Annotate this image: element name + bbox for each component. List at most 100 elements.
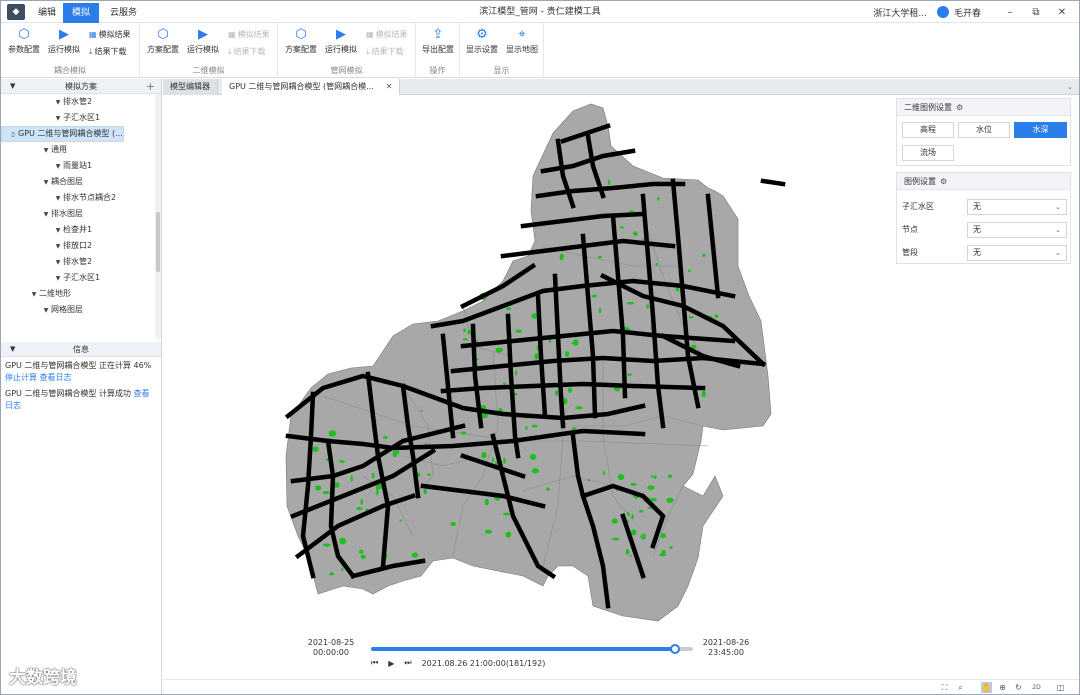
slider-handle[interactable] — [669, 644, 680, 654]
flood-spot — [495, 347, 503, 353]
expand-icon[interactable]: ▼ — [53, 223, 63, 238]
expand-icon[interactable]: ▼ — [53, 95, 63, 110]
expand-icon[interactable]: ▼ — [29, 287, 39, 302]
minimize-button[interactable]: – — [997, 7, 1023, 18]
zoom-select-icon[interactable]: ⌕ — [955, 682, 966, 693]
scrollbar-thumb[interactable] — [156, 212, 160, 272]
tree-item[interactable]: ▯ GPU 二维与管网耦合模型 (... — [1, 126, 124, 142]
close-icon[interactable]: ✕ — [386, 82, 393, 91]
menu-simulate[interactable]: 模拟 — [63, 3, 100, 23]
view-log-link[interactable]: 查看日志 — [40, 373, 72, 382]
scheme-config-button[interactable]: ⬡ 方案配置 — [282, 27, 320, 55]
tree-scrollbar[interactable] — [155, 94, 161, 339]
collapse-icon[interactable]: ▼ — [10, 342, 15, 357]
export-config-button[interactable]: ⇪ 导出配置 — [419, 27, 457, 55]
org-name[interactable]: 浙江大学租... — [873, 6, 927, 19]
tab-model-editor[interactable]: 模型编辑器 — [163, 79, 218, 95]
info-log: GPU 二维与管网耦合模型 正在计算 46% 停止计算 查看日志 GPU 二维与… — [1, 358, 161, 414]
expand-icon[interactable]: ▼ — [53, 111, 63, 126]
avatar[interactable] — [936, 6, 949, 18]
expand-icon[interactable]: ▼ — [53, 239, 63, 254]
sim-result-button[interactable]: ▦ 模拟结果 — [366, 29, 408, 40]
expand-icon[interactable]: ▼ — [53, 271, 63, 286]
show-map-button[interactable]: ⌖ 显示地图 — [503, 27, 541, 55]
run-sim-button[interactable]: ▶ 运行模拟 — [45, 27, 83, 55]
2d-icon[interactable]: 2D — [1031, 682, 1042, 693]
flood-spot — [505, 531, 512, 538]
result-download-button[interactable]: ⤓ 结果下载 — [89, 46, 127, 57]
close-button[interactable]: ✕ — [1049, 7, 1075, 18]
tree-item[interactable]: ▼ 排水管2 — [1, 94, 156, 110]
tree-item[interactable]: ▼ 通用 — [1, 142, 156, 158]
skip-end-icon[interactable]: ⏭ — [404, 658, 411, 668]
result-download-button[interactable]: ⤓ 结果下载 — [228, 46, 266, 57]
gear-icon[interactable]: ⚙ — [940, 177, 947, 186]
tree-item[interactable]: ▼ 排水图层 — [1, 206, 156, 222]
scheme-config-button[interactable]: ⬡ 方案配置 — [144, 27, 182, 55]
tree-item[interactable]: ▼ 排水管2 — [1, 254, 156, 270]
tree-item[interactable]: ▼ 子汇水区1 — [1, 270, 156, 286]
water-depth-button[interactable]: 水深 — [1014, 122, 1067, 138]
tree-item[interactable]: ▼ 子汇水区1 — [1, 110, 156, 126]
expand-icon[interactable]: ▼ — [53, 159, 63, 174]
tree-item-label: 检查井1 — [63, 225, 93, 234]
node-select[interactable]: 无 ⌄ — [967, 222, 1067, 238]
expand-icon[interactable]: ▼ — [41, 143, 51, 158]
expand-icon[interactable]: ▼ — [41, 303, 51, 318]
menu-cloud[interactable]: 云服务 — [101, 3, 146, 23]
refresh-icon[interactable]: ↻ — [1013, 682, 1024, 693]
split-view-icon[interactable]: ◫ — [1055, 682, 1066, 693]
tree-item[interactable]: ▼ 检查井1 — [1, 222, 156, 238]
timeline: 2021-08-25 00:00:00 2021-08-26 23:45:00 ⏮ … — [301, 638, 771, 673]
expand-icon[interactable]: ▼ — [53, 255, 63, 270]
display-settings-button[interactable]: ⚙ 显示设置 — [463, 27, 501, 55]
expand-icon[interactable]: ▼ — [41, 207, 51, 222]
zoom-in-icon[interactable]: ⊕ — [997, 682, 1008, 693]
tree-item[interactable]: ▼ 排水节点耦合2 — [1, 190, 156, 206]
time-slider[interactable] — [371, 644, 693, 654]
sim-result-button[interactable]: ▦ 模拟结果 — [89, 29, 131, 40]
tree-item[interactable]: ▼ 耦合图层 — [1, 174, 156, 190]
hexagon-icon: ⬡ — [18, 27, 30, 42]
map-canvas[interactable]: 二维图例设置 ⚙ 高程 水位 水深 流场 图例设置 ⚙ 子汇水区 无 ⌄ 节点 无 ⌄ … — [163, 96, 1079, 679]
sim-result-button[interactable]: ▦ 模拟结果 — [228, 29, 270, 40]
expand-icon[interactable]: ▼ — [53, 191, 63, 206]
flow-field-button[interactable]: 流场 — [902, 145, 954, 161]
pan-hand-icon[interactable]: ✋ — [981, 682, 992, 693]
start-time: 2021-08-25 00:00:00 — [307, 638, 355, 657]
maximize-button[interactable]: ⧉ — [1023, 7, 1049, 18]
expand-icon[interactable]: ▼ — [41, 175, 51, 190]
run-sim-button[interactable]: ▶ 运行模拟 — [322, 27, 360, 55]
gear-icon: ⚙ — [476, 27, 488, 42]
catchment-select[interactable]: 无 ⌄ — [967, 199, 1067, 215]
tree-item[interactable]: ▼ 网格图层 — [1, 302, 156, 318]
water-level-button[interactable]: 水位 — [958, 122, 1010, 138]
tree-item[interactable]: ▼ 二维地形 — [1, 286, 156, 302]
fit-extent-icon[interactable]: ⛶ — [939, 682, 950, 693]
tree-item-label: 排水节点耦合2 — [63, 193, 117, 202]
tree-item-label: 排水管2 — [63, 97, 93, 106]
user-name[interactable]: 毛开春 — [954, 6, 981, 19]
flood-spot — [329, 572, 335, 576]
tab-gpu-model[interactable]: GPU 二维与管网耦合模型 (管网耦合模... ✕ — [222, 79, 401, 95]
document-icon[interactable]: ▯ — [8, 128, 18, 141]
param-config-button[interactable]: ⬡ 参数配置 — [5, 27, 43, 55]
collapse-icon[interactable]: ▼ — [10, 79, 15, 94]
add-icon[interactable]: + — [146, 79, 155, 94]
stop-calc-link[interactable]: 停止计算 — [5, 373, 37, 382]
skip-start-icon[interactable]: ⏮ — [371, 658, 378, 668]
result-download-button[interactable]: ⤓ 结果下载 — [366, 46, 404, 57]
run-sim-button[interactable]: ▶ 运行模拟 — [184, 27, 222, 55]
play-icon[interactable]: ▶ — [388, 659, 394, 668]
tree-item[interactable]: ▼ 雨量站1 — [1, 158, 156, 174]
flood-spot — [350, 475, 353, 482]
elevation-button[interactable]: 高程 — [902, 122, 954, 138]
result-icon: ▦ — [89, 30, 97, 39]
pipe-select[interactable]: 无 ⌄ — [967, 245, 1067, 261]
gear-icon[interactable]: ⚙ — [956, 103, 963, 112]
tree-item[interactable]: ▼ 排放口2 — [1, 238, 156, 254]
chevron-down-icon[interactable]: ⌄ — [1067, 79, 1073, 95]
menu-edit[interactable]: 编辑 — [29, 3, 65, 23]
flood-spot — [651, 475, 654, 479]
flood-spot — [546, 487, 550, 491]
